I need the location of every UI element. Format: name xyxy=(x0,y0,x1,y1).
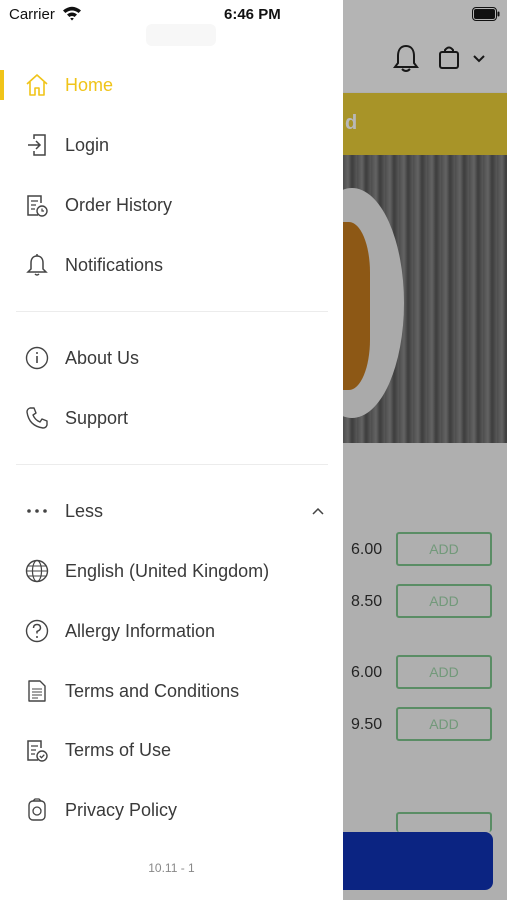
home-icon xyxy=(24,72,50,98)
section-divider xyxy=(16,311,328,312)
menu-item-terms-and-conditions[interactable]: Terms and Conditions xyxy=(0,666,343,716)
menu-item-terms-of-use[interactable]: Terms of Use xyxy=(0,725,343,775)
chevron-up-icon[interactable] xyxy=(310,503,326,519)
menu-item-language[interactable]: English (United Kingdom) xyxy=(0,546,343,596)
menu-item-label: English (United Kingdom) xyxy=(65,560,270,581)
more-dots-icon xyxy=(24,498,50,524)
menu-item-label: Order History xyxy=(65,194,173,215)
menu-item-support[interactable]: Support xyxy=(0,393,343,443)
question-icon xyxy=(24,618,50,644)
globe-icon xyxy=(24,558,50,584)
app-version: 10.11 - 1 xyxy=(148,861,195,875)
menu-item-label: Less xyxy=(65,500,104,521)
bell-icon xyxy=(24,252,50,278)
login-icon xyxy=(24,132,50,158)
menu-item-login[interactable]: Login xyxy=(0,120,343,170)
menu-item-allergy-information[interactable]: Allergy Information xyxy=(0,606,343,656)
navigation-drawer: Home Login Order History Notifications A… xyxy=(0,0,343,900)
status-time: 6:46 PM xyxy=(224,6,281,23)
menu-item-label: About Us xyxy=(65,347,140,368)
menu-item-label: Terms of Use xyxy=(65,739,172,760)
menu-item-order-history[interactable]: Order History xyxy=(0,180,343,230)
menu-item-label: Login xyxy=(65,134,110,155)
status-bar: Carrier 6:46 PM xyxy=(0,0,507,28)
wifi-icon xyxy=(63,6,81,21)
battery-icon xyxy=(472,7,500,21)
menu-item-home[interactable]: Home xyxy=(0,60,343,110)
menu-item-less-toggle[interactable]: Less xyxy=(0,486,343,536)
order-history-icon xyxy=(24,192,50,218)
menu-item-label: Notifications xyxy=(65,254,164,275)
menu-item-label: Allergy Information xyxy=(65,620,216,641)
carrier-label: Carrier xyxy=(9,6,55,23)
menu-item-notifications[interactable]: Notifications xyxy=(0,240,343,290)
menu-item-label: Privacy Policy xyxy=(65,799,178,820)
menu-item-privacy-policy[interactable]: Privacy Policy xyxy=(0,785,343,835)
section-divider xyxy=(16,464,328,465)
phone-icon xyxy=(24,405,50,431)
document-check-icon xyxy=(24,737,50,763)
menu-item-about-us[interactable]: About Us xyxy=(0,333,343,383)
menu-item-label: Support xyxy=(65,407,129,428)
info-icon xyxy=(24,345,50,371)
menu-item-label: Home xyxy=(65,74,114,95)
menu-item-label: Terms and Conditions xyxy=(65,680,240,701)
document-icon xyxy=(24,678,50,704)
privacy-icon xyxy=(24,797,50,823)
